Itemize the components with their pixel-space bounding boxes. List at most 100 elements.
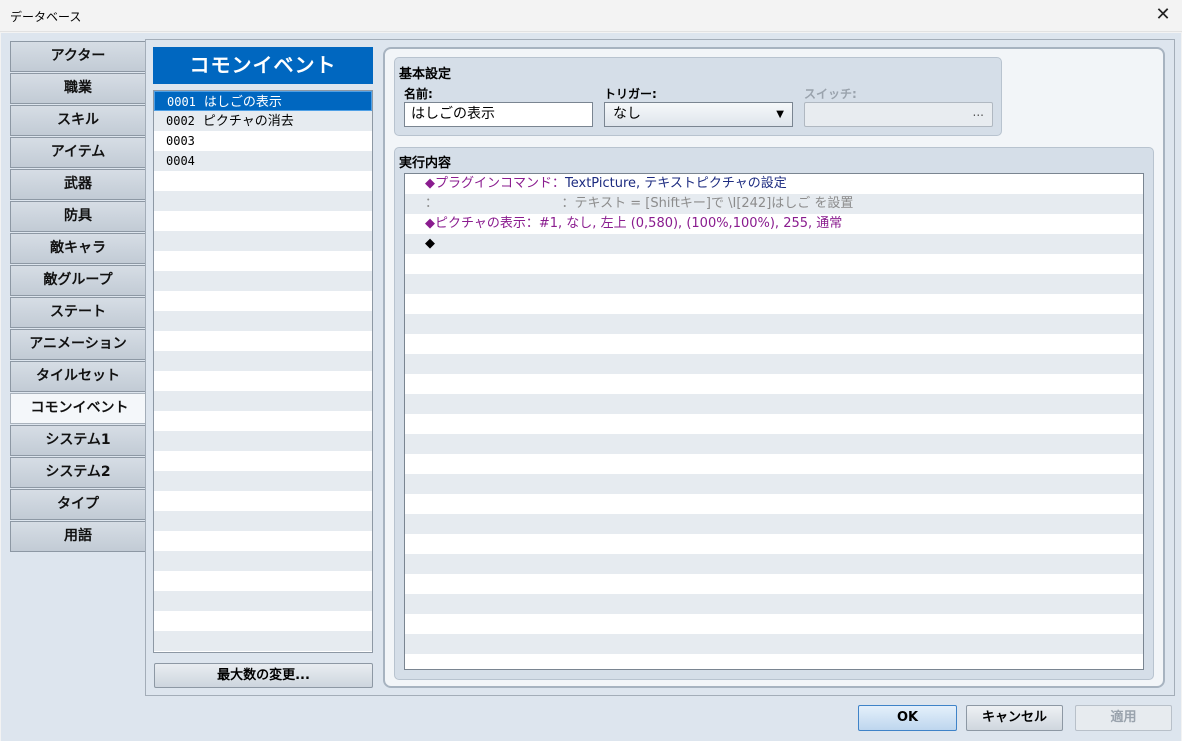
- list-item[interactable]: [154, 311, 372, 331]
- category-tabs: アクター 職業 スキル アイテム 武器 防具 敵キャラ 敵グループ ステート アニメーション タイル…: [10, 41, 149, 553]
- list-item[interactable]: [154, 411, 372, 431]
- list-item[interactable]: [154, 591, 372, 611]
- switch-field: ...: [804, 102, 993, 127]
- tab-2[interactable]: スキル: [10, 105, 146, 136]
- list-item[interactable]: [154, 171, 372, 191]
- command-row[interactable]: [405, 554, 1143, 574]
- list-item[interactable]: 0003: [154, 131, 372, 151]
- tab-0[interactable]: アクター: [10, 41, 146, 72]
- command-row[interactable]: ◆プラグインコマンド：TextPicture, テキストピクチャの設定: [405, 174, 1143, 194]
- command-row[interactable]: [405, 634, 1143, 654]
- list-item[interactable]: [154, 471, 372, 491]
- tab-6[interactable]: 敵キャラ: [10, 233, 146, 264]
- database-window: アクター 職業 スキル アイテム 武器 防具 敵キャラ 敵グループ ステート アニメーション タイル…: [1, 33, 1181, 741]
- list-item[interactable]: 0004: [154, 151, 372, 171]
- list-item[interactable]: [154, 391, 372, 411]
- command-row[interactable]: [405, 294, 1143, 314]
- list-item[interactable]: [154, 331, 372, 351]
- list-item[interactable]: [154, 211, 372, 231]
- list-header: コモンイベント: [153, 47, 373, 84]
- trigger-select[interactable]: なし ▼: [604, 102, 793, 127]
- command-row[interactable]: [405, 274, 1143, 294]
- list-item[interactable]: [154, 191, 372, 211]
- list-item[interactable]: [154, 271, 372, 291]
- tab-4[interactable]: 武器: [10, 169, 146, 200]
- list-item[interactable]: [154, 291, 372, 311]
- command-row[interactable]: [405, 254, 1143, 274]
- contents-title: 実行内容: [399, 156, 452, 171]
- list-item[interactable]: [154, 511, 372, 531]
- tab-10[interactable]: タイルセット: [10, 361, 146, 392]
- window-title: データベース: [10, 10, 82, 24]
- command-row[interactable]: [405, 474, 1143, 494]
- event-id: 0003: [166, 134, 195, 148]
- cancel-button[interactable]: キャンセル: [966, 705, 1063, 731]
- list-item[interactable]: [154, 231, 372, 251]
- tab-12[interactable]: システム1: [10, 425, 146, 456]
- list-item[interactable]: [154, 451, 372, 471]
- list-item[interactable]: 0001 はしごの表示: [154, 91, 372, 111]
- event-id: 0001: [167, 95, 196, 109]
- list-item[interactable]: [154, 571, 372, 591]
- command-prefix: ◆: [425, 236, 435, 251]
- list-item[interactable]: [154, 531, 372, 551]
- tab-5[interactable]: 防具: [10, 201, 146, 232]
- close-icon[interactable]: ✕: [1152, 4, 1174, 26]
- list-item[interactable]: [154, 371, 372, 391]
- tab-13[interactable]: システム2: [10, 457, 146, 488]
- tab-9[interactable]: アニメーション: [10, 329, 146, 360]
- command-row[interactable]: [405, 594, 1143, 614]
- command-row[interactable]: ◆: [405, 234, 1143, 254]
- list-item[interactable]: [154, 351, 372, 371]
- tab-8[interactable]: ステート: [10, 297, 146, 328]
- name-field[interactable]: はしごの表示: [404, 102, 593, 127]
- list-item[interactable]: 0002 ピクチャの消去: [154, 111, 372, 131]
- change-max-button[interactable]: 最大数の変更...: [154, 663, 373, 688]
- command-row[interactable]: [405, 314, 1143, 334]
- basic-settings-title: 基本設定: [399, 67, 452, 82]
- command-text: ：テキスト = [Shiftキー]で \I[242]はしご を設置: [561, 196, 854, 211]
- command-row[interactable]: ： ：テキスト = [Shiftキー]で \I[242]はしご を設置: [405, 194, 1143, 214]
- title-bar: データベース ✕: [0, 0, 1182, 32]
- command-row[interactable]: [405, 334, 1143, 354]
- command-prefix: ◆ピクチャの表示：: [425, 216, 539, 231]
- event-command-list[interactable]: ◆プラグインコマンド：TextPicture, テキストピクチャの設定 ： ：テキス…: [404, 173, 1144, 670]
- tab-1[interactable]: 職業: [10, 73, 146, 104]
- command-row[interactable]: [405, 494, 1143, 514]
- command-text: #1, なし, 左上 (0,580), (100%,100%), 255, 通常: [538, 216, 843, 231]
- list-item[interactable]: [154, 611, 372, 631]
- event-name: はしごの表示: [203, 95, 282, 110]
- command-row[interactable]: [405, 654, 1143, 669]
- event-id: 0002: [166, 114, 195, 128]
- command-prefix: ：: [425, 196, 432, 211]
- command-row[interactable]: [405, 534, 1143, 554]
- tab-3[interactable]: アイテム: [10, 137, 146, 168]
- command-row[interactable]: [405, 574, 1143, 594]
- list-item[interactable]: [154, 431, 372, 451]
- list-item[interactable]: [154, 551, 372, 571]
- list-item[interactable]: [154, 631, 372, 651]
- apply-button: 適用: [1075, 705, 1172, 731]
- name-label: 名前:: [404, 87, 433, 101]
- list-item[interactable]: [154, 251, 372, 271]
- command-row[interactable]: [405, 414, 1143, 434]
- tab-7[interactable]: 敵グループ: [10, 265, 146, 296]
- dropdown-arrow-icon: ▼: [776, 109, 784, 120]
- command-row[interactable]: [405, 434, 1143, 454]
- switch-label: スイッチ:: [804, 87, 857, 101]
- command-row[interactable]: [405, 374, 1143, 394]
- command-row[interactable]: [405, 614, 1143, 634]
- common-event-list[interactable]: 0001 はしごの表示 0002 ピクチャの消去 0003 0004: [153, 90, 373, 653]
- command-row[interactable]: ◆ピクチャの表示：#1, なし, 左上 (0,580), (100%,100%)…: [405, 214, 1143, 234]
- tab-15[interactable]: 用語: [10, 521, 146, 552]
- tab-14[interactable]: タイプ: [10, 489, 146, 520]
- command-row[interactable]: [405, 514, 1143, 534]
- command-row[interactable]: [405, 354, 1143, 374]
- ok-button[interactable]: OK: [858, 705, 957, 731]
- command-row[interactable]: [405, 394, 1143, 414]
- list-item[interactable]: [154, 491, 372, 511]
- command-row[interactable]: [405, 454, 1143, 474]
- trigger-label: トリガー:: [604, 87, 657, 101]
- command-prefix: ◆プラグインコマンド：: [425, 176, 565, 191]
- tab-11[interactable]: コモンイベント: [10, 393, 149, 424]
